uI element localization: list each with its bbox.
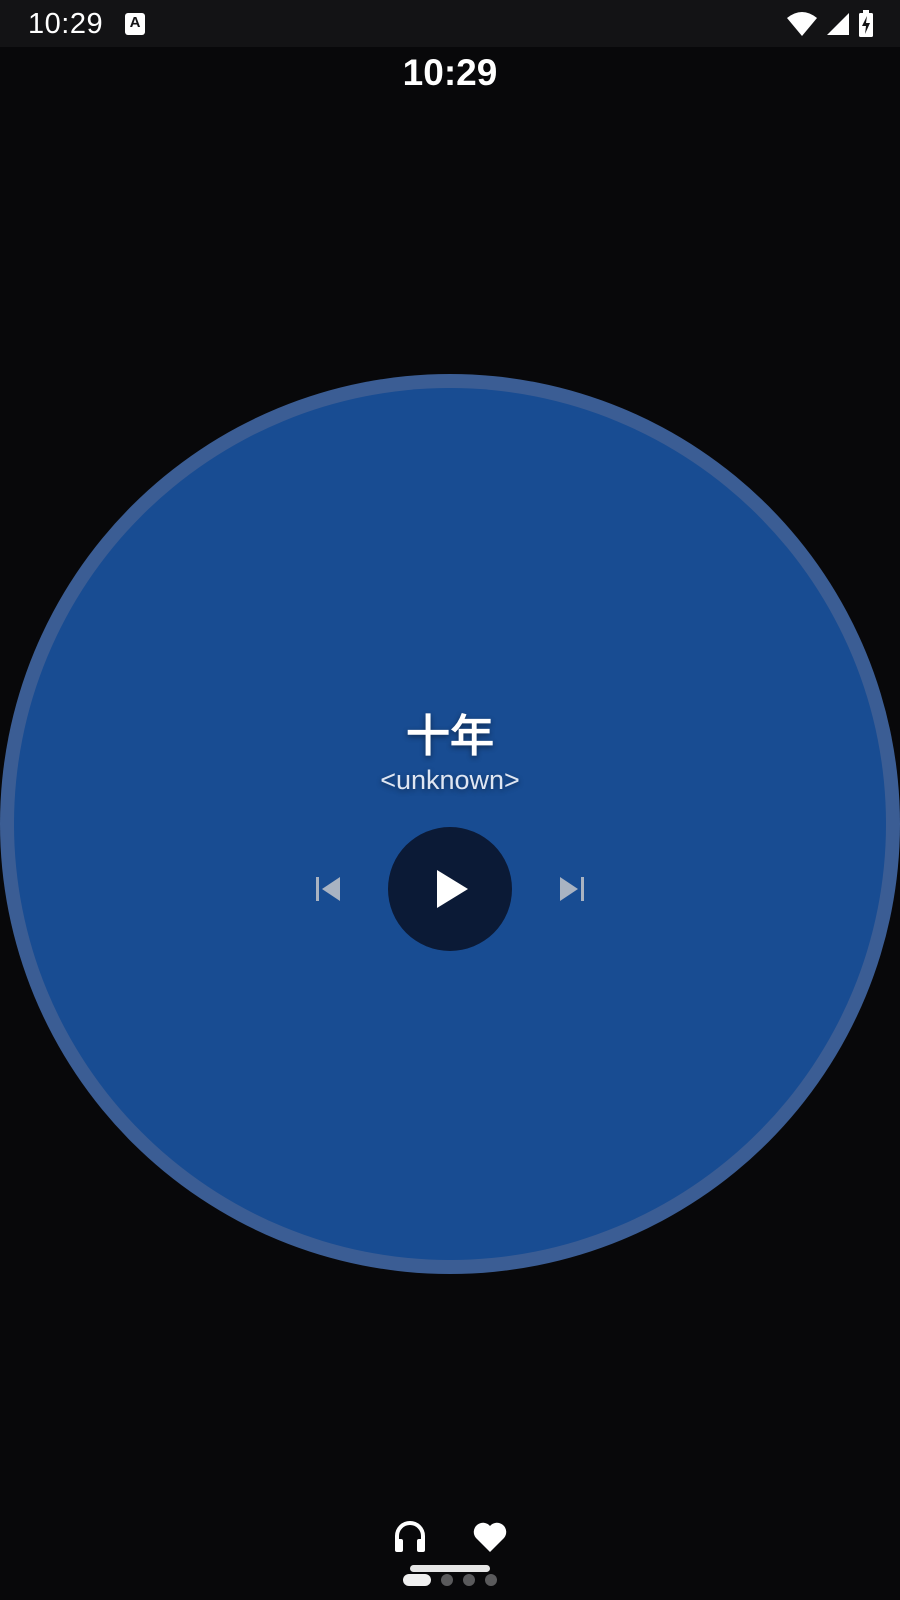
status-bar: 10:29 A	[0, 0, 900, 47]
play-icon	[437, 870, 468, 908]
page-dot	[441, 1574, 453, 1586]
player-disc-inner	[14, 388, 886, 1260]
status-icons	[786, 10, 874, 38]
play-button[interactable]	[388, 827, 512, 951]
page-dot-active	[403, 1574, 431, 1586]
cell-signal-icon	[826, 12, 850, 36]
next-button[interactable]	[547, 864, 597, 914]
page-dot	[485, 1574, 497, 1586]
tab-favorites[interactable]	[470, 1517, 510, 1557]
skip-previous-icon	[316, 877, 340, 901]
player-disc	[0, 374, 900, 1274]
page-indicator	[403, 1573, 497, 1587]
skip-next-icon	[560, 877, 584, 901]
text-format-icon-letter: A	[129, 14, 141, 31]
home-indicator[interactable]	[410, 1565, 490, 1572]
text-format-icon: A	[125, 13, 145, 35]
heart-icon	[473, 1522, 507, 1552]
previous-button[interactable]	[303, 864, 353, 914]
battery-charging-icon	[858, 10, 874, 38]
watch-time: 10:29	[402, 52, 498, 93]
headphones-icon	[395, 1521, 425, 1552]
status-time: 10:29	[28, 8, 104, 40]
wifi-icon	[786, 11, 818, 37]
tab-player[interactable]	[390, 1516, 430, 1556]
watch-screen: 10:29 A 10:29 十年 <unknown>	[0, 0, 900, 1600]
song-artist: <unknown>	[380, 765, 520, 795]
page-dot	[463, 1574, 475, 1586]
song-title: 十年	[406, 711, 494, 762]
